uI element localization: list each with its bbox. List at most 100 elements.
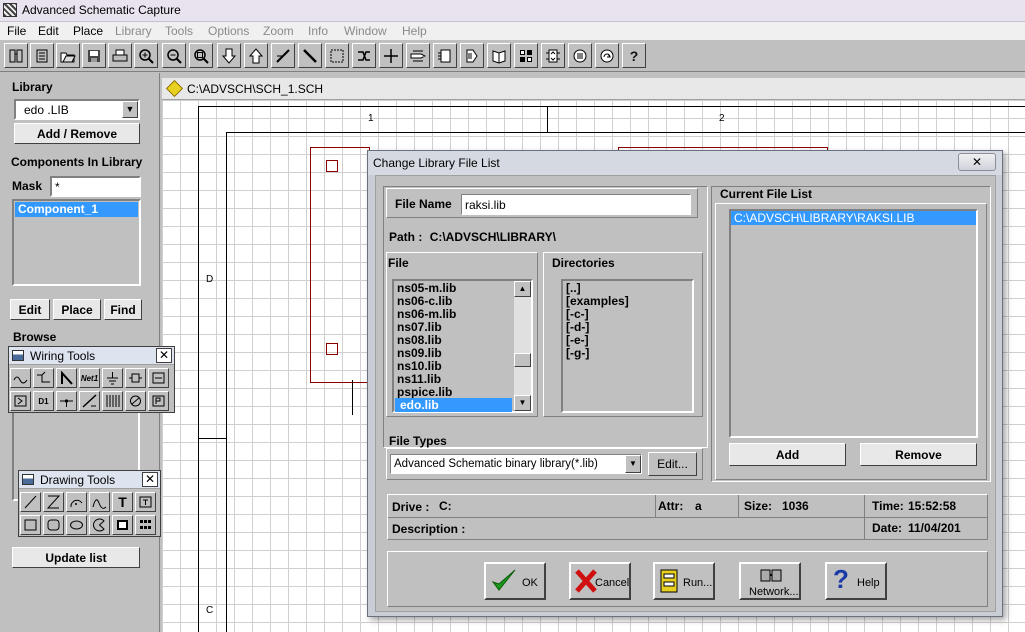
array-icon[interactable]: [135, 515, 156, 535]
port-place-icon[interactable]: [10, 391, 31, 411]
list-item[interactable]: [-d-]: [566, 320, 589, 334]
update-list-button[interactable]: Update list: [12, 547, 140, 568]
save-icon[interactable]: [82, 43, 106, 68]
list-item[interactable]: ns08.lib: [397, 333, 442, 347]
probe-icon[interactable]: [148, 391, 169, 411]
scroll-up-icon[interactable]: ▲: [514, 281, 531, 297]
close-icon[interactable]: ✕: [156, 348, 172, 363]
text-icon[interactable]: T: [112, 492, 133, 512]
edit-file-types-button[interactable]: Edit...: [648, 452, 697, 476]
no-connect-icon[interactable]: [125, 391, 146, 411]
annotate-icon[interactable]: [487, 43, 511, 68]
cross-probe-icon[interactable]: [352, 43, 376, 68]
list-item[interactable]: [-g-]: [566, 346, 589, 360]
polygon-icon[interactable]: [43, 492, 64, 512]
list-item[interactable]: ns06-m.lib: [397, 307, 456, 321]
net-label-icon[interactable]: Net1: [79, 368, 100, 388]
menu-window[interactable]: Window: [344, 24, 387, 38]
menu-place[interactable]: Place: [73, 24, 103, 38]
directories-list[interactable]: [..] [examples] [-c-] [-d-] [-e-] [-g-]: [561, 279, 694, 413]
bus-icon[interactable]: [56, 368, 77, 388]
drawing-tools-palette[interactable]: Drawing Tools ✕ T: [18, 470, 161, 537]
scroll-down-icon[interactable]: ▼: [514, 395, 531, 411]
zoom-out-icon[interactable]: [162, 43, 186, 68]
file-types-select[interactable]: Advanced Schematic binary library(*.lib)…: [390, 454, 642, 474]
device-icon[interactable]: D1: [33, 391, 54, 411]
remove-button[interactable]: Remove: [860, 443, 977, 466]
menu-zoom[interactable]: Zoom: [263, 24, 294, 38]
help-icon[interactable]: ?: [622, 43, 646, 68]
list-item-selected[interactable]: edo.lib: [395, 398, 512, 412]
power-port-icon[interactable]: [102, 368, 123, 388]
edit-button[interactable]: Edit: [10, 299, 50, 320]
list-item[interactable]: Component_1: [15, 202, 138, 217]
list-item[interactable]: ns11.lib: [397, 372, 441, 386]
wire-icon[interactable]: [10, 368, 31, 388]
help-button[interactable]: ? Help: [825, 562, 887, 600]
list-item[interactable]: [examples]: [566, 294, 629, 308]
part-icon[interactable]: [460, 43, 484, 68]
file-list[interactable]: ns05-m.lib ns06-c.lib ns06-m.lib ns07.li…: [392, 279, 533, 413]
part-place-icon[interactable]: [125, 368, 146, 388]
list-item[interactable]: [-e-]: [566, 333, 589, 347]
list-item[interactable]: [-c-]: [566, 307, 589, 321]
ellipse-icon[interactable]: [66, 515, 87, 535]
chevron-down-icon[interactable]: ▼: [122, 101, 138, 118]
rectangle-icon[interactable]: [20, 515, 41, 535]
list-item[interactable]: ns05-m.lib: [397, 281, 456, 295]
harness-icon[interactable]: [102, 391, 123, 411]
library-select[interactable]: edo .LIB ▼: [14, 99, 140, 120]
zoom-in-icon[interactable]: [134, 43, 158, 68]
no-erc-icon[interactable]: [79, 391, 100, 411]
close-icon[interactable]: ✕: [958, 153, 996, 171]
find-button[interactable]: Find: [104, 299, 142, 320]
scroll-thumb[interactable]: [514, 353, 531, 367]
menu-help[interactable]: Help: [402, 24, 427, 38]
pie-icon[interactable]: [89, 515, 110, 535]
wire-tool-icon[interactable]: [271, 43, 295, 68]
open-library-icon[interactable]: [30, 43, 54, 68]
list-item[interactable]: ns07.lib: [397, 320, 442, 334]
open-folder-icon[interactable]: [56, 43, 80, 68]
bus-tool-icon[interactable]: [298, 43, 322, 68]
erc-icon[interactable]: [541, 43, 565, 68]
file-name-input[interactable]: raksi.lib: [461, 194, 691, 215]
bus-entry-icon[interactable]: [33, 368, 54, 388]
new-sheet-icon[interactable]: [4, 43, 28, 68]
sheet-symbol-icon[interactable]: [433, 43, 457, 68]
chevron-down-icon[interactable]: ▼: [625, 455, 641, 473]
add-remove-button[interactable]: Add / Remove: [14, 123, 140, 144]
list-item[interactable]: [..]: [566, 281, 581, 295]
netlist-icon[interactable]: [514, 43, 538, 68]
move-up-icon[interactable]: [244, 43, 268, 68]
menu-info[interactable]: Info: [308, 24, 328, 38]
undo-icon[interactable]: [568, 43, 592, 68]
place-button[interactable]: Place: [53, 299, 101, 320]
network-button[interactable]: Network...: [739, 562, 801, 600]
list-item[interactable]: ns06-c.lib: [397, 294, 452, 308]
current-file-list[interactable]: C:\ADVSCH\LIBRARY\RAKSI.LIB: [729, 209, 978, 438]
component-symbol[interactable]: [310, 147, 370, 383]
arc-icon[interactable]: [66, 492, 87, 512]
move-down-icon[interactable]: [217, 43, 241, 68]
menu-tools[interactable]: Tools: [165, 24, 193, 38]
components-list[interactable]: Component_1: [12, 199, 141, 286]
dialog-title-bar[interactable]: Change Library File List ✕: [368, 151, 1002, 175]
list-item-selected[interactable]: C:\ADVSCH\LIBRARY\RAKSI.LIB: [731, 211, 976, 225]
sheet-entry-icon[interactable]: [148, 368, 169, 388]
schematic-tab[interactable]: C:\ADVSCH\SCH_1.SCH: [162, 78, 1025, 100]
menu-file[interactable]: File: [7, 24, 26, 38]
change-library-dialog[interactable]: Change Library File List ✕ File Name rak…: [367, 150, 1003, 617]
junction-icon[interactable]: [379, 43, 403, 68]
mask-input[interactable]: *: [50, 176, 141, 197]
wiring-tools-header[interactable]: Wiring Tools ✕: [9, 347, 174, 365]
close-icon[interactable]: ✕: [142, 472, 158, 487]
print-icon[interactable]: [108, 43, 132, 68]
menu-edit[interactable]: Edit: [38, 24, 59, 38]
add-button[interactable]: Add: [729, 443, 846, 466]
text-frame-icon[interactable]: [135, 492, 156, 512]
image-icon[interactable]: [112, 515, 133, 535]
run-button[interactable]: Run...: [653, 562, 715, 600]
cancel-button[interactable]: Cancel: [569, 562, 631, 600]
select-box-icon[interactable]: [325, 43, 349, 68]
